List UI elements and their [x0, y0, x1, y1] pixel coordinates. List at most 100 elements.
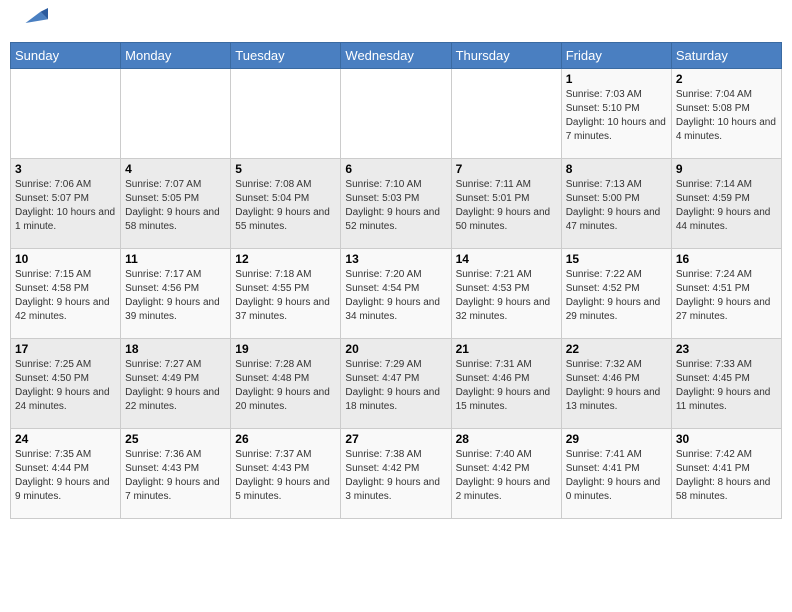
calendar-cell: 2 Sunrise: 7:04 AM Sunset: 5:08 PM Daylig… — [671, 69, 781, 159]
day-of-week-header: Sunday — [11, 43, 121, 69]
calendar-cell: 6 Sunrise: 7:10 AM Sunset: 5:03 PM Daylig… — [341, 159, 451, 249]
day-info: Sunrise: 7:20 AM Sunset: 4:54 PM Dayligh… — [345, 268, 446, 324]
day-info: Sunrise: 7:40 AM Sunset: 4:42 PM Dayligh… — [456, 448, 557, 504]
calendar-cell: 22Sunrise: 7:32 AM Sunset: 4:46 PM Dayli… — [561, 339, 671, 429]
calendar-cell: 8 Sunrise: 7:13 AM Sunset: 5:00 PM Daylig… — [561, 159, 671, 249]
logo-icon — [18, 8, 48, 26]
day-number: 27 — [345, 432, 446, 446]
day-info: Sunrise: 7:04 AM Sunset: 5:08 PM Dayligh… — [676, 88, 777, 144]
calendar-week-row: 24Sunrise: 7:35 AM Sunset: 4:44 PM Dayli… — [11, 429, 782, 519]
day-info: Sunrise: 7:13 AM Sunset: 5:00 PM Dayligh… — [566, 178, 667, 234]
calendar-table: SundayMondayTuesdayWednesdayThursdayFrid… — [10, 42, 782, 519]
day-number: 16 — [676, 252, 777, 266]
page-header — [10, 10, 782, 34]
day-number: 23 — [676, 342, 777, 356]
day-of-week-header: Thursday — [451, 43, 561, 69]
day-info: Sunrise: 7:21 AM Sunset: 4:53 PM Dayligh… — [456, 268, 557, 324]
calendar-cell: 20 Sunrise: 7:29 AM Sunset: 4:47 PM Dayli… — [341, 339, 451, 429]
day-info: Sunrise: 7:35 AM Sunset: 4:44 PM Dayligh… — [15, 448, 116, 504]
calendar-cell — [341, 69, 451, 159]
day-info: Sunrise: 7:07 AM Sunset: 5:05 PM Dayligh… — [125, 178, 226, 234]
day-number: 12 — [235, 252, 336, 266]
calendar-cell — [121, 69, 231, 159]
calendar-cell: 29Sunrise: 7:41 AM Sunset: 4:41 PM Dayli… — [561, 429, 671, 519]
calendar-cell — [451, 69, 561, 159]
day-number: 28 — [456, 432, 557, 446]
day-info: Sunrise: 7:33 AM Sunset: 4:45 PM Dayligh… — [676, 358, 777, 414]
calendar-cell: 26 Sunrise: 7:37 AM Sunset: 4:43 PM Dayli… — [231, 429, 341, 519]
day-number: 10 — [15, 252, 116, 266]
calendar-cell: 16 Sunrise: 7:24 AM Sunset: 4:51 PM Dayli… — [671, 249, 781, 339]
day-of-week-header: Tuesday — [231, 43, 341, 69]
calendar-cell: 3 Sunrise: 7:06 AM Sunset: 5:07 PM Daylig… — [11, 159, 121, 249]
day-number: 15 — [566, 252, 667, 266]
day-number: 30 — [676, 432, 777, 446]
calendar-cell: 30 Sunrise: 7:42 AM Sunset: 4:41 PM Dayli… — [671, 429, 781, 519]
calendar-cell: 21 Sunrise: 7:31 AM Sunset: 4:46 PM Dayli… — [451, 339, 561, 429]
calendar-cell: 7 Sunrise: 7:11 AM Sunset: 5:01 PM Daylig… — [451, 159, 561, 249]
day-number: 25 — [125, 432, 226, 446]
calendar-cell: 27 Sunrise: 7:38 AM Sunset: 4:42 PM Dayli… — [341, 429, 451, 519]
calendar-cell: 12 Sunrise: 7:18 AM Sunset: 4:55 PM Dayli… — [231, 249, 341, 339]
calendar-cell: 23 Sunrise: 7:33 AM Sunset: 4:45 PM Dayli… — [671, 339, 781, 429]
day-number: 22 — [566, 342, 667, 356]
day-info: Sunrise: 7:11 AM Sunset: 5:01 PM Dayligh… — [456, 178, 557, 234]
day-info: Sunrise: 7:25 AM Sunset: 4:50 PM Dayligh… — [15, 358, 116, 414]
day-number: 20 — [345, 342, 446, 356]
calendar-week-row: 17 Sunrise: 7:25 AM Sunset: 4:50 PM Dayli… — [11, 339, 782, 429]
calendar-cell: 14 Sunrise: 7:21 AM Sunset: 4:53 PM Dayli… — [451, 249, 561, 339]
day-info: Sunrise: 7:03 AM Sunset: 5:10 PM Dayligh… — [566, 88, 667, 144]
day-number: 6 — [345, 162, 446, 176]
day-info: Sunrise: 7:37 AM Sunset: 4:43 PM Dayligh… — [235, 448, 336, 504]
day-info: Sunrise: 7:42 AM Sunset: 4:41 PM Dayligh… — [676, 448, 777, 504]
day-number: 3 — [15, 162, 116, 176]
day-of-week-header: Wednesday — [341, 43, 451, 69]
day-number: 7 — [456, 162, 557, 176]
day-of-week-header: Friday — [561, 43, 671, 69]
day-info: Sunrise: 7:28 AM Sunset: 4:48 PM Dayligh… — [235, 358, 336, 414]
day-of-week-header: Monday — [121, 43, 231, 69]
day-info: Sunrise: 7:17 AM Sunset: 4:56 PM Dayligh… — [125, 268, 226, 324]
day-info: Sunrise: 7:41 AM Sunset: 4:41 PM Dayligh… — [566, 448, 667, 504]
calendar-week-row: 10 Sunrise: 7:15 AM Sunset: 4:58 PM Dayli… — [11, 249, 782, 339]
day-number: 2 — [676, 72, 777, 86]
day-info: Sunrise: 7:08 AM Sunset: 5:04 PM Dayligh… — [235, 178, 336, 234]
logo — [14, 10, 48, 34]
calendar-cell: 11Sunrise: 7:17 AM Sunset: 4:56 PM Dayli… — [121, 249, 231, 339]
day-info: Sunrise: 7:29 AM Sunset: 4:47 PM Dayligh… — [345, 358, 446, 414]
day-info: Sunrise: 7:15 AM Sunset: 4:58 PM Dayligh… — [15, 268, 116, 324]
calendar-week-row: 3 Sunrise: 7:06 AM Sunset: 5:07 PM Daylig… — [11, 159, 782, 249]
day-number: 4 — [125, 162, 226, 176]
day-info: Sunrise: 7:22 AM Sunset: 4:52 PM Dayligh… — [566, 268, 667, 324]
day-number: 8 — [566, 162, 667, 176]
day-number: 21 — [456, 342, 557, 356]
day-info: Sunrise: 7:24 AM Sunset: 4:51 PM Dayligh… — [676, 268, 777, 324]
day-info: Sunrise: 7:06 AM Sunset: 5:07 PM Dayligh… — [15, 178, 116, 234]
calendar-cell: 17 Sunrise: 7:25 AM Sunset: 4:50 PM Dayli… — [11, 339, 121, 429]
day-number: 18 — [125, 342, 226, 356]
calendar-cell: 9Sunrise: 7:14 AM Sunset: 4:59 PM Daylig… — [671, 159, 781, 249]
calendar-header-row: SundayMondayTuesdayWednesdayThursdayFrid… — [11, 43, 782, 69]
day-number: 19 — [235, 342, 336, 356]
day-number: 17 — [15, 342, 116, 356]
day-number: 26 — [235, 432, 336, 446]
day-info: Sunrise: 7:27 AM Sunset: 4:49 PM Dayligh… — [125, 358, 226, 414]
day-info: Sunrise: 7:10 AM Sunset: 5:03 PM Dayligh… — [345, 178, 446, 234]
calendar-cell: 4 Sunrise: 7:07 AM Sunset: 5:05 PM Daylig… — [121, 159, 231, 249]
calendar-cell: 18 Sunrise: 7:27 AM Sunset: 4:49 PM Dayli… — [121, 339, 231, 429]
day-number: 14 — [456, 252, 557, 266]
day-info: Sunrise: 7:31 AM Sunset: 4:46 PM Dayligh… — [456, 358, 557, 414]
calendar-cell: 28 Sunrise: 7:40 AM Sunset: 4:42 PM Dayli… — [451, 429, 561, 519]
calendar-cell: 25 Sunrise: 7:36 AM Sunset: 4:43 PM Dayli… — [121, 429, 231, 519]
day-number: 13 — [345, 252, 446, 266]
day-number: 9 — [676, 162, 777, 176]
day-info: Sunrise: 7:36 AM Sunset: 4:43 PM Dayligh… — [125, 448, 226, 504]
day-info: Sunrise: 7:38 AM Sunset: 4:42 PM Dayligh… — [345, 448, 446, 504]
day-info: Sunrise: 7:18 AM Sunset: 4:55 PM Dayligh… — [235, 268, 336, 324]
calendar-cell: 15 Sunrise: 7:22 AM Sunset: 4:52 PM Dayli… — [561, 249, 671, 339]
calendar-cell: 5 Sunrise: 7:08 AM Sunset: 5:04 PM Daylig… — [231, 159, 341, 249]
calendar-cell: 1 Sunrise: 7:03 AM Sunset: 5:10 PM Daylig… — [561, 69, 671, 159]
day-number: 1 — [566, 72, 667, 86]
day-of-week-header: Saturday — [671, 43, 781, 69]
day-number: 5 — [235, 162, 336, 176]
